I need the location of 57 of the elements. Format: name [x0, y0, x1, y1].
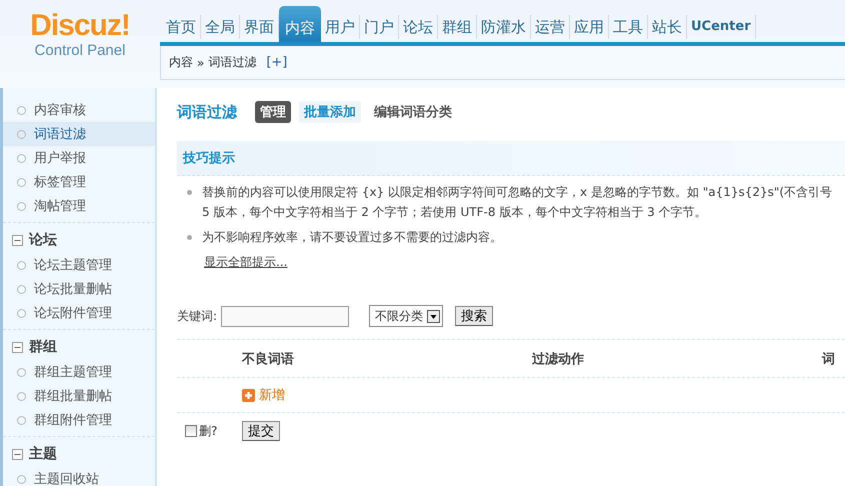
collapse-icon[interactable]	[12, 234, 23, 246]
sub-tab[interactable]: 管理	[255, 101, 291, 123]
logo-text: Discuz!	[30, 10, 130, 42]
breadcrumb-section[interactable]: 内容	[169, 54, 193, 71]
sidebar-item[interactable]: 群组批量删帖	[3, 384, 155, 408]
sidebar-item[interactable]: 用户举报	[3, 146, 155, 170]
nav-tab[interactable]: 工具	[609, 15, 648, 39]
nav-tab[interactable]: 用户	[321, 15, 360, 39]
tips-title: 技巧提示	[183, 150, 235, 167]
delete-label: 删?	[199, 422, 218, 440]
caret-icon	[427, 310, 440, 322]
column-header: 过滤动作	[532, 350, 585, 368]
column-header: 词	[822, 350, 836, 368]
sidebar-item[interactable]: 淘帖管理	[3, 194, 155, 218]
category-dropdown[interactable]: 不限分类	[369, 305, 444, 327]
nav-tab[interactable]: 防灌水	[477, 15, 531, 39]
nav-tab[interactable]: 站长	[648, 15, 687, 39]
nav-tab[interactable]: 论坛	[399, 15, 438, 39]
sidebar-item[interactable]: 内容审核	[3, 98, 155, 122]
breadcrumb-current: 词语过滤	[208, 54, 256, 71]
search-button[interactable]: 搜索	[455, 306, 494, 326]
nav-tab[interactable]: 群组	[438, 15, 477, 39]
nav-tab[interactable]: 门户	[360, 15, 399, 39]
collapse-icon[interactable]	[12, 342, 23, 352]
show-all-tips-link[interactable]: 显示全部提示...	[204, 254, 288, 271]
nav-tab[interactable]: 全局	[201, 15, 240, 39]
collapse-icon[interactable]	[12, 448, 23, 460]
sidebar-group-title[interactable]: 群组	[29, 338, 57, 356]
nav-tab[interactable]: 首页	[162, 15, 201, 39]
sidebar-item[interactable]: 论坛批量删帖	[3, 277, 155, 301]
submit-button[interactable]: 提交	[242, 421, 280, 441]
nav-tab[interactable]: UCenter	[687, 15, 756, 39]
keyword-field[interactable]	[221, 306, 350, 326]
sidebar-item[interactable]: 群组主题管理	[3, 360, 155, 384]
sidebar-group-title[interactable]: 主题	[29, 445, 57, 463]
nav-tab[interactable]: 运营	[531, 15, 570, 39]
sub-tab[interactable]: 编辑词语分类	[369, 101, 457, 123]
breadcrumb-separator: »	[197, 56, 204, 70]
sidebar-group-title[interactable]: 论坛	[29, 231, 57, 249]
plus-icon	[242, 388, 255, 402]
sidebar-item[interactable]: 词语过滤	[3, 122, 155, 146]
page-title: 词语过滤	[177, 102, 237, 122]
sidebar-item[interactable]: 标签管理	[3, 170, 155, 194]
sidebar-item[interactable]: 论坛主题管理	[3, 253, 155, 277]
sidebar-item[interactable]: 群组附件管理	[3, 408, 155, 432]
tip-text: 为不影响程序效率，请不要设置过多不需要的过滤内容。	[202, 229, 502, 246]
tip-text: 5 版本，每个中文字符相当于 2 个字节；若使用 UTF-8 版本，每个中文字符相当于 3 个字节。	[202, 204, 708, 221]
nav-tab[interactable]: 内容	[279, 6, 321, 42]
column-header: 不良词语	[242, 350, 295, 368]
delete-checkbox[interactable]	[185, 425, 197, 437]
nav-tab[interactable]: 应用	[570, 15, 609, 39]
tip-text: 替换前的内容可以使用限定符 {x} 以限定相邻两字符间可忽略的文字，x 是忽略的字节数。如 "a{1}s{2}s"(不含引号	[202, 184, 832, 201]
add-link[interactable]: [+]	[266, 55, 288, 70]
logo-subtitle: Control Panel	[34, 42, 126, 59]
keyword-label: 关键词:	[177, 308, 218, 324]
sidebar-item[interactable]: 论坛附件管理	[3, 301, 155, 325]
sidebar-item[interactable]: 主题回收站	[3, 467, 155, 486]
